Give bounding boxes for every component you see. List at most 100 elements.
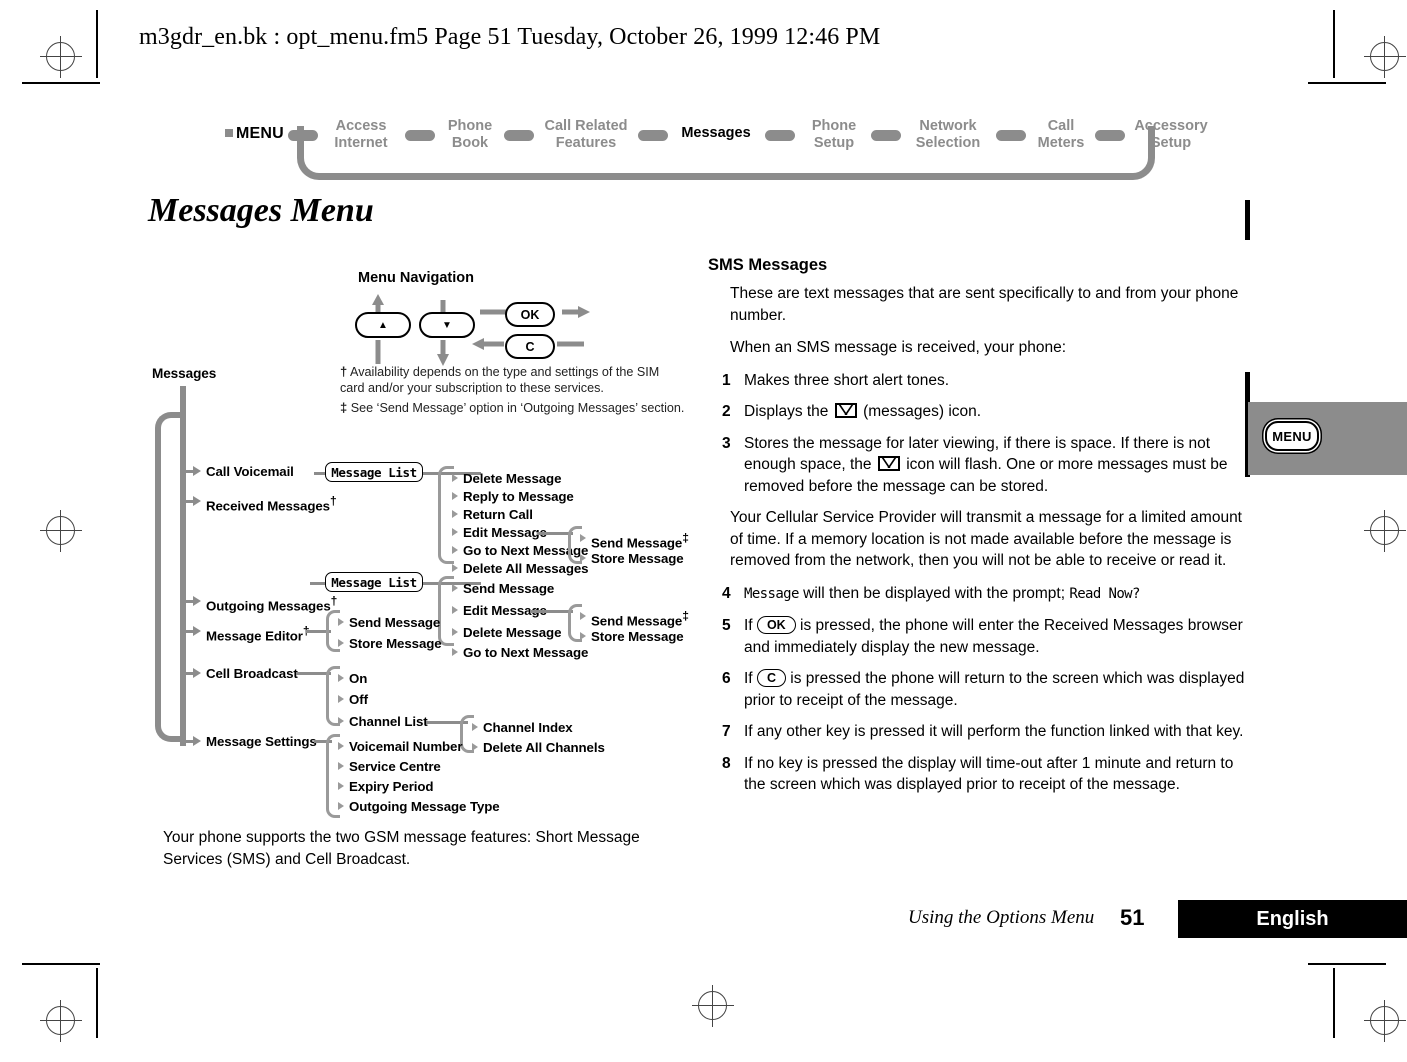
tree-item-received-messages[interactable]: Received Messages†	[206, 494, 337, 513]
nav-key-down-label: ▼	[442, 319, 452, 331]
tree-item-call-voicemail-label: Call Voicemail	[206, 464, 294, 479]
nav-key-down[interactable]: ▼	[419, 312, 475, 338]
tree-option-reply-to-message[interactable]: Reply to Message	[463, 489, 574, 504]
sms-provider-paragraph: Your Cellular Service Provider will tran…	[730, 509, 1242, 569]
tree-option-edit-message-received[interactable]: Edit Message	[463, 525, 547, 540]
tree-item-received-messages-dagger: †	[329, 494, 337, 508]
breadcrumb-item-messages[interactable]: Messages	[673, 125, 759, 142]
tick-received-0	[452, 474, 458, 482]
tree-option-send-message-received-sub[interactable]: Send Message‡	[591, 531, 689, 550]
tree-option-voicemail-number[interactable]: Voicemail Number	[349, 739, 463, 754]
breadcrumb-item-phone-book[interactable]: Phone Book	[438, 118, 502, 151]
tree-option-channel-index[interactable]: Channel Index	[483, 720, 573, 735]
sms-step-2-text-a: Displays the	[744, 403, 829, 420]
menu-bullet-icon	[225, 128, 233, 137]
breadcrumb-item-access-internet[interactable]: Access Internet	[321, 118, 401, 151]
side-tab-menu-key[interactable]: MENU	[1265, 421, 1319, 451]
tree-option-store-message-outgoing-sub[interactable]: Store Message	[591, 629, 684, 644]
tick-message-settings-2	[338, 782, 344, 790]
tree-option-delete-message-received[interactable]: Delete Message	[463, 471, 561, 486]
tree-item-call-voicemail[interactable]: Call Voicemail	[206, 464, 294, 479]
sms-step-6-number: 6	[722, 670, 731, 687]
tree-option-service-centre[interactable]: Service Centre	[349, 759, 441, 774]
tree-option-delete-message-outgoing[interactable]: Delete Message	[463, 625, 561, 640]
tick-channel-list-0	[472, 723, 478, 731]
breadcrumb-menu-root[interactable]: MENU	[225, 125, 284, 143]
footer-language-badge: English	[1178, 900, 1407, 938]
tick-outgoing-1	[452, 606, 458, 614]
clear-key-icon[interactable]: C	[756, 669, 786, 687]
tree-item-message-editor[interactable]: Message Editor†	[206, 624, 310, 644]
footer-language-label: English	[1256, 907, 1329, 930]
tree-option-go-to-next-message-outgoing-label: Go to Next Message	[463, 645, 589, 660]
registration-mark-bottom-left	[40, 1000, 82, 1042]
tree-arrow-message-editor	[193, 626, 201, 636]
tick-cell-broadcast-0	[338, 674, 344, 682]
sms-step-8-number: 8	[722, 754, 731, 772]
tick-outgoing-0	[452, 584, 458, 592]
footer-running-head: Using the Options Menu	[908, 907, 1095, 928]
breadcrumb-item-call-meters[interactable]: Call Meters	[1029, 118, 1093, 151]
tree-option-send-message-outgoing-sub[interactable]: Send Message‡	[591, 609, 689, 628]
tree-option-outgoing-message-type-label: Outgoing Message Type	[349, 799, 500, 814]
breadcrumb-connector-4	[765, 130, 795, 141]
tree-option-return-call[interactable]: Return Call	[463, 507, 533, 522]
sms-step-5-text-b: is pressed, the phone will enter the Rec…	[744, 617, 1243, 656]
tree-item-message-editor-label: Message Editor	[206, 628, 303, 644]
tick-message-settings-3	[338, 802, 344, 810]
sms-step-3: 3 Stores the message for later viewing, …	[708, 433, 1248, 498]
tree-option-cell-broadcast-on[interactable]: On	[349, 671, 367, 686]
nav-key-clear[interactable]: C	[505, 334, 555, 359]
tree-option-delete-all-messages[interactable]: Delete All Messages	[463, 561, 589, 576]
lcd-box-outgoing-message-list[interactable]: Message List	[325, 572, 423, 592]
tree-option-outgoing-message-type[interactable]: Outgoing Message Type	[349, 799, 500, 814]
lcd-box-received-message-list[interactable]: Message List	[325, 462, 423, 482]
tree-option-delete-all-channels[interactable]: Delete All Channels	[483, 740, 605, 755]
page-footer: Using the Options Menu 51 English	[0, 900, 1407, 940]
breadcrumb-connector-7	[1095, 130, 1125, 141]
breadcrumb-item-call-related-features[interactable]: Call Related Features	[536, 118, 636, 151]
tick-received-4	[452, 546, 458, 554]
tree-option-store-message-editor[interactable]: Store Message	[349, 636, 442, 651]
tree-option-delete-all-messages-label: Delete All Messages	[463, 561, 589, 576]
tree-option-channel-list[interactable]: Channel List	[349, 714, 428, 729]
nav-key-ok[interactable]: OK	[505, 302, 555, 327]
tree-option-edit-message-received-label: Edit Message	[463, 525, 547, 540]
tree-option-expiry-period[interactable]: Expiry Period	[349, 779, 434, 794]
sms-heading: SMS Messages	[708, 256, 828, 274]
tree-option-send-message-editor[interactable]: Send Message	[349, 615, 440, 630]
crop-line-bottom-left-h	[22, 963, 100, 965]
messages-menu-tree: Messages Call Voicemail Received Message…	[148, 360, 708, 820]
tree-option-channel-list-label: Channel List	[349, 714, 428, 729]
tree-option-go-to-next-message-outgoing[interactable]: Go to Next Message	[463, 645, 588, 660]
tree-option-store-message-received-sub[interactable]: Store Message	[591, 551, 684, 566]
tree-item-outgoing-messages[interactable]: Outgoing Messages†	[206, 594, 337, 613]
sms-messages-section: SMS Messages These are text messages tha…	[708, 256, 1248, 806]
tick-outgoing-2	[452, 628, 458, 636]
nav-key-up[interactable]: ▲	[355, 312, 411, 338]
tree-arrow-outgoing-messages	[193, 596, 201, 606]
tree-option-voicemail-number-label: Voicemail Number	[349, 739, 463, 754]
breadcrumb-item-accessory-setup[interactable]: Accessory Setup	[1127, 118, 1215, 151]
breadcrumb-item-phone-setup[interactable]: Phone Setup	[799, 118, 869, 151]
registration-mark-mid-left	[40, 510, 82, 552]
tree-item-cell-broadcast[interactable]: Cell Broadcast	[206, 666, 298, 681]
edge-marker-title	[1245, 200, 1250, 240]
tree-option-reply-to-message-label: Reply to Message	[463, 489, 574, 504]
tree-option-store-message-editor-label: Store Message	[349, 636, 442, 651]
breadcrumb-item-network-selection[interactable]: Network Selection	[903, 118, 993, 151]
breadcrumb-connector-1	[405, 130, 435, 141]
tree-item-message-settings[interactable]: Message Settings	[206, 734, 317, 749]
sms-step-6-text-a: If	[744, 670, 753, 687]
tick-channel-list-1	[472, 743, 478, 751]
tree-option-expiry-period-label: Expiry Period	[349, 779, 434, 794]
tree-option-cell-broadcast-on-label: On	[349, 671, 368, 686]
ok-key-icon[interactable]: OK	[756, 616, 796, 634]
crop-line-bottom-right-v	[1333, 968, 1335, 1038]
registration-mark-top-left	[40, 36, 82, 78]
tree-option-send-message-outgoing[interactable]: Send Message	[463, 581, 554, 596]
sms-intro-2: When an SMS message is received, your ph…	[730, 339, 1067, 356]
sms-step-3-number: 3	[722, 434, 731, 452]
breadcrumb-connector-6	[996, 130, 1026, 141]
tree-option-cell-broadcast-off[interactable]: Off	[349, 692, 368, 707]
